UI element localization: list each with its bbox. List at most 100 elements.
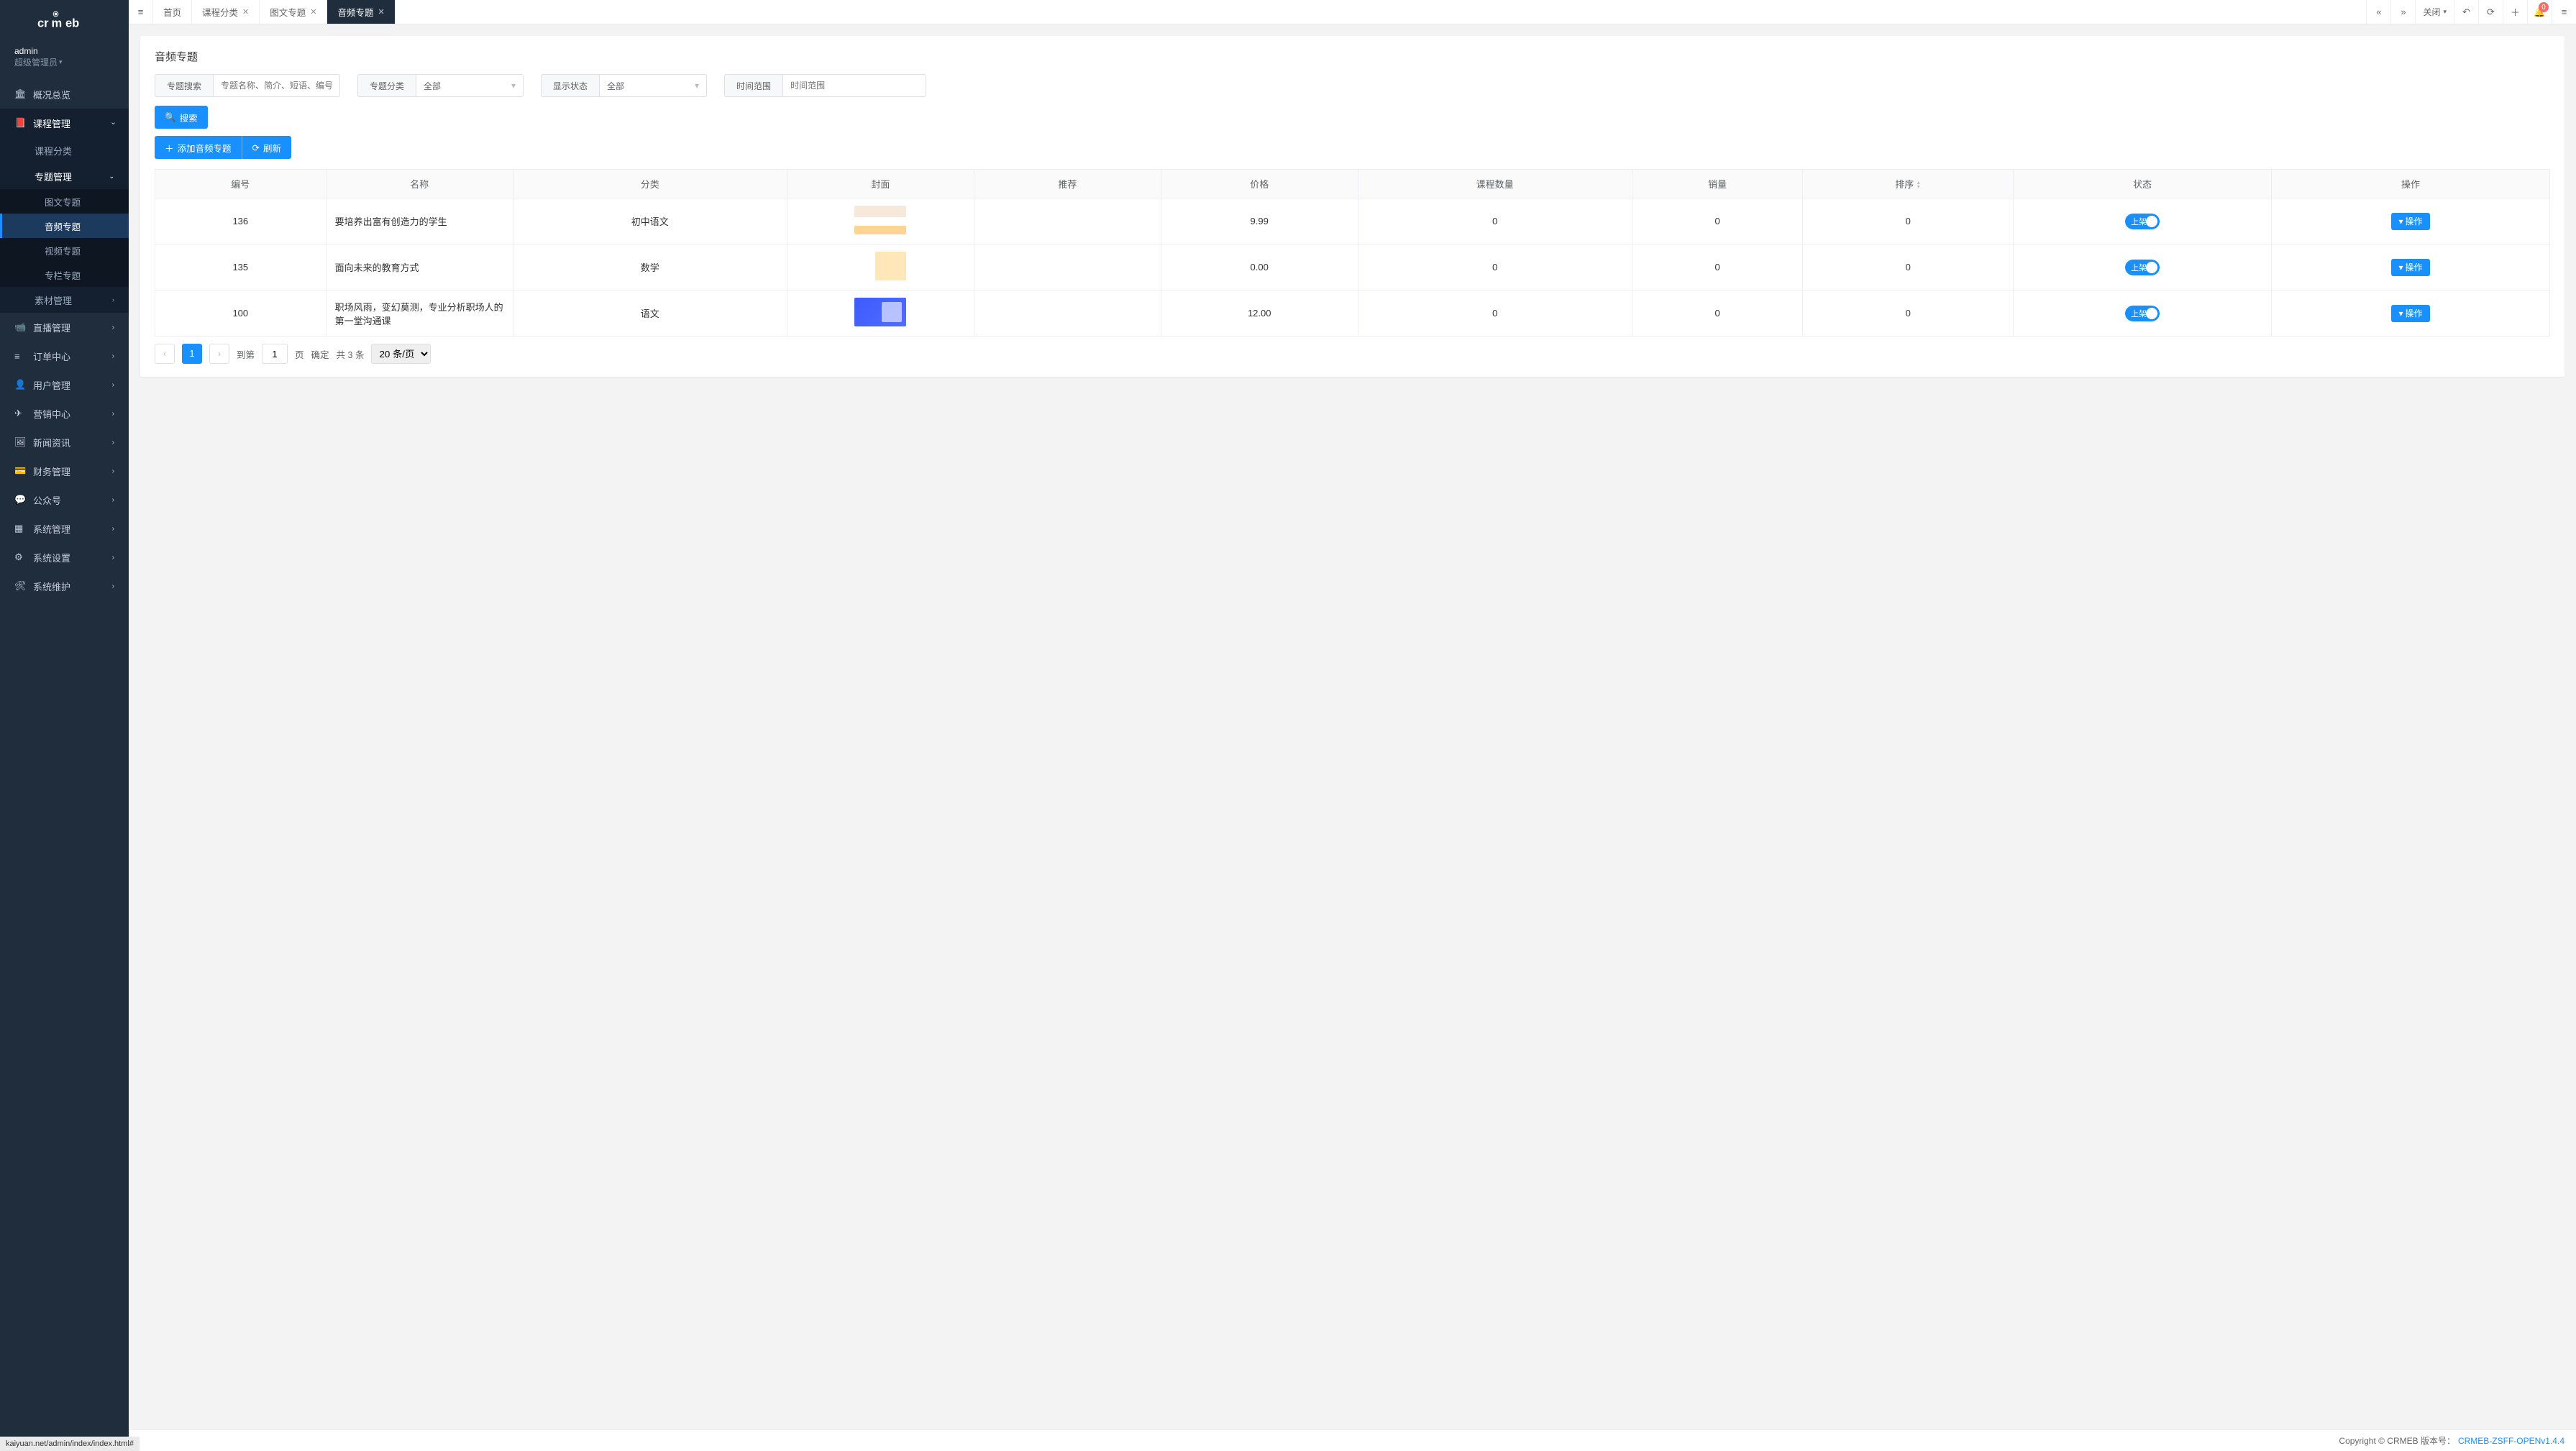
status-switch[interactable]: 上架 [2125, 260, 2160, 275]
table-row: 135 面向未来的教育方式 数学 0.00 0 0 0 上架 ▾操作 [155, 244, 2550, 290]
cell-category: 数学 [513, 244, 787, 290]
tab-prev-button[interactable]: « [2366, 0, 2390, 24]
tab-next-button[interactable]: » [2390, 0, 2415, 24]
main: ≡ 首页 课程分类✕ 图文专题✕ 音频专题✕ « » 关闭▾ ↶ ⟳ ＋ 🔔0 … [129, 0, 2576, 1451]
tab-audio-topic[interactable]: 音频专题✕ [327, 0, 395, 24]
chevron-down-icon: ⌄ [109, 173, 114, 180]
footer-version-link[interactable]: CRMEB-ZSFF-OPENv1.4.4 [2458, 1436, 2564, 1446]
user-role-dropdown[interactable]: 超级管理员▾ [14, 56, 63, 68]
th-recommend: 推荐 [974, 170, 1161, 198]
nav-order[interactable]: ≡ 订单中心 › [0, 342, 129, 370]
nav-course-category[interactable]: 课程分类 [0, 137, 129, 163]
pager-confirm[interactable]: 确定 [311, 347, 329, 361]
operate-button[interactable]: ▾操作 [2391, 259, 2429, 276]
nav-system-settings[interactable]: ⚙ 系统设置 › [0, 543, 129, 572]
refresh-button[interactable]: ⟳ [2478, 0, 2503, 24]
cell-sort: 0 [1803, 244, 2014, 290]
nav-topic-image[interactable]: 图文专题 [0, 189, 129, 214]
nav-course-sub: 课程分类 专题管理 ⌄ 图文专题 音频专题 视频专题 专栏专题 素材管理 › [0, 137, 129, 313]
nav-topic-column[interactable]: 专栏专题 [0, 262, 129, 287]
refresh-list-button[interactable]: ⟳刷新 [242, 136, 292, 159]
cover-image [854, 206, 906, 234]
nav-marketing[interactable]: ✈ 营销中心 › [0, 399, 129, 428]
pager-goto-suffix: 页 [295, 347, 304, 361]
svg-text:eb: eb [65, 17, 79, 30]
cell-sort: 0 [1803, 198, 2014, 244]
nav: 🏛 概况总览 📕 课程管理 › 课程分类 专题管理 ⌄ 图文专题 音频专题 视频… [0, 75, 129, 1451]
tab-image-topic[interactable]: 图文专题✕ [260, 0, 327, 24]
wechat-icon: 💬 [14, 494, 27, 505]
pager-page-1[interactable]: 1 [182, 344, 202, 364]
undo-button[interactable]: ↶ [2454, 0, 2478, 24]
nav-overview[interactable]: 🏛 概况总览 [0, 80, 129, 109]
cell-id: 136 [155, 198, 326, 244]
nav-system-maintain[interactable]: 🛠 系统维护 › [0, 572, 129, 600]
add-topic-button[interactable]: ＋添加音频专题 [155, 136, 242, 159]
topbar: ≡ 首页 课程分类✕ 图文专题✕ 音频专题✕ « » 关闭▾ ↶ ⟳ ＋ 🔔0 … [129, 0, 2576, 24]
nav-topic-manage[interactable]: 专题管理 ⌄ [0, 163, 129, 189]
nav-live[interactable]: 📹 直播管理 › [0, 313, 129, 342]
close-icon[interactable]: ✕ [378, 7, 385, 17]
tab-close-dropdown[interactable]: 关闭▾ [2415, 0, 2454, 24]
menu-toggle[interactable]: ≡ [129, 0, 153, 24]
cell-sales: 0 [1632, 244, 1803, 290]
bell-button[interactable]: 🔔0 [2527, 0, 2552, 24]
caret-down-icon: ▾ [59, 58, 63, 66]
nav-news[interactable]: 🖼 新闻资讯 › [0, 428, 129, 457]
add-button[interactable]: ＋ [2503, 0, 2527, 24]
more-button[interactable]: ≡ [2552, 0, 2576, 24]
cell-op: ▾操作 [2272, 244, 2550, 290]
nav-course[interactable]: 📕 课程管理 › [0, 109, 129, 137]
status-switch[interactable]: 上架 [2125, 214, 2160, 229]
cell-name: 职场风雨，变幻莫测，专业分析职场人的第一堂沟通课 [326, 290, 513, 337]
operate-button[interactable]: ▾操作 [2391, 213, 2429, 230]
tab-home[interactable]: 首页 [153, 0, 192, 24]
cell-name: 要培养出富有创造力的学生 [326, 198, 513, 244]
search-keyword-input[interactable] [213, 74, 340, 97]
close-icon[interactable]: ✕ [242, 7, 249, 17]
cell-sales: 0 [1632, 290, 1803, 337]
pager-perpage-select[interactable]: 20 条/页 [371, 344, 431, 364]
cell-op: ▾操作 [2272, 290, 2550, 337]
action-buttons: ＋添加音频专题 ⟳刷新 [155, 136, 2550, 159]
th-name: 名称 [326, 170, 513, 198]
th-status: 状态 [2013, 170, 2271, 198]
search-date-label: 时间范围 [724, 74, 782, 97]
search-status-select[interactable]: 全部 [599, 74, 707, 97]
cell-name: 面向未来的教育方式 [326, 244, 513, 290]
search-date-input[interactable] [782, 74, 926, 97]
nav-user[interactable]: 👤 用户管理 › [0, 370, 129, 399]
topbar-actions: « » 关闭▾ ↶ ⟳ ＋ 🔔0 ≡ [2366, 0, 2576, 24]
pager-next[interactable]: › [209, 344, 229, 364]
pager-prev[interactable]: ‹ [155, 344, 175, 364]
chevron-icon: › [112, 525, 114, 533]
pager-total: 共 3 条 [337, 347, 365, 361]
cell-recommend [974, 198, 1161, 244]
user-box: admin 超级管理员▾ [0, 43, 129, 75]
operate-button[interactable]: ▾操作 [2391, 305, 2429, 322]
nav-topic-audio[interactable]: 音频专题 [0, 214, 129, 238]
search-button[interactable]: 🔍搜索 [155, 106, 208, 129]
chevron-icon: › [112, 467, 114, 475]
nav-topic-video[interactable]: 视频专题 [0, 238, 129, 262]
pager-goto-input[interactable] [262, 344, 288, 364]
search-category-label: 专题分类 [357, 74, 416, 97]
th-sort[interactable]: 排序▲▼ [1803, 170, 2014, 198]
th-id: 编号 [155, 170, 326, 198]
nav-system-manage[interactable]: ▦ 系统管理 › [0, 514, 129, 543]
book-icon: 📕 [14, 117, 27, 129]
close-icon[interactable]: ✕ [310, 7, 316, 17]
cell-category: 初中语文 [513, 198, 787, 244]
search-keyword-label: 专题搜索 [155, 74, 213, 97]
search-status-group: 显示状态 全部 [541, 74, 707, 97]
status-switch[interactable]: 上架 [2125, 306, 2160, 321]
page-title: 音频专题 [155, 49, 2550, 64]
data-table: 编号 名称 分类 封面 推荐 价格 课程数量 销量 排序▲▼ 状态 操作 [155, 169, 2550, 337]
tab-course-category[interactable]: 课程分类✕ [192, 0, 260, 24]
nav-wechat[interactable]: 💬 公众号 › [0, 485, 129, 514]
cell-cover [787, 290, 974, 337]
nav-finance[interactable]: 💳 财务管理 › [0, 457, 129, 485]
nav-material[interactable]: 素材管理 › [0, 287, 129, 313]
search-category-select[interactable]: 全部 [416, 74, 524, 97]
sort-icon: ▲▼ [1916, 181, 1921, 190]
